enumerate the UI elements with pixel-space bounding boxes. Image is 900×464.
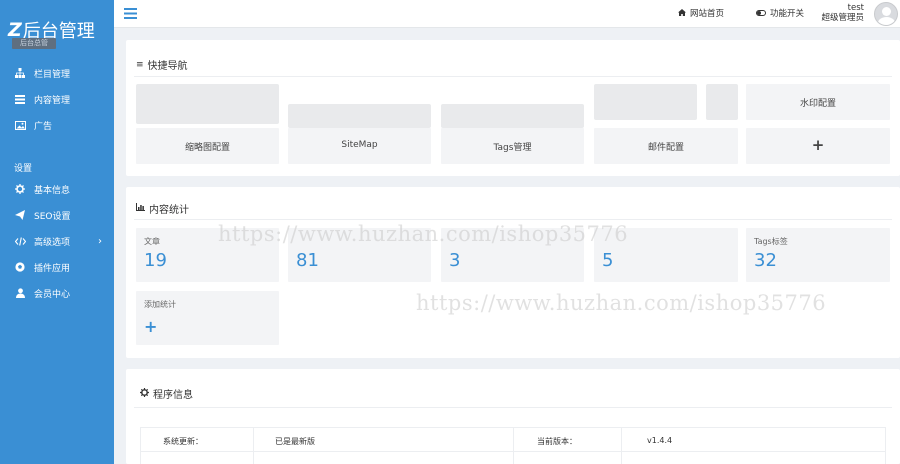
bar-chart-icon — [136, 203, 145, 214]
sitemap-icon — [14, 67, 26, 79]
feature-toggle-label: 功能开关 — [770, 9, 805, 19]
sidebar: Z 后台管理 后台总管 栏目管理 内容管理 广告 设置 基本信息 SEO设置 高… — [0, 0, 114, 464]
chevron-right-icon: › — [98, 235, 102, 247]
toggle-icon — [756, 9, 766, 18]
stat-value: 81 — [296, 250, 319, 271]
update-label: 系统更新： — [163, 437, 203, 446]
stat-value: 19 — [144, 250, 167, 271]
quick-nav-title: ≡ 快捷导航 — [136, 57, 188, 73]
tile-label: 邮件配置 — [647, 143, 684, 153]
stat-label: 文章 — [144, 237, 160, 246]
stat-label: Tags标签 — [754, 237, 788, 246]
divider — [134, 407, 892, 408]
stat-label: 添加统计 — [144, 300, 176, 309]
tile-label: SiteMap — [341, 140, 378, 150]
plus-icon: + — [144, 317, 158, 336]
home-link-label: 网站首页 — [690, 9, 725, 19]
content-stats-panel: 内容统计 文章 19 81 3 5 Tags标签 32 添加统计 + — [126, 187, 900, 358]
sitemap-tile[interactable]: SiteMap — [288, 128, 431, 164]
blurred-tile[interactable] — [288, 104, 431, 128]
sidebar-item-label: 高级选项 — [34, 237, 71, 248]
sidebar-item-label: 广告 — [34, 121, 53, 132]
user-name: test — [847, 3, 864, 13]
divider — [141, 451, 885, 452]
stat-value: 3 — [449, 250, 461, 271]
watermark-text: https://www.huzhan.com/ishop35776 — [416, 291, 827, 315]
blurred-tile[interactable] — [706, 84, 738, 120]
plus-icon: + — [811, 136, 825, 154]
version-label: 当前版本： — [537, 437, 577, 446]
watermark-config-tile[interactable]: 水印配置 — [746, 84, 890, 120]
sidebar-nav: 栏目管理 内容管理 广告 设置 基本信息 SEO设置 高级选项 › 插件应用 会… — [0, 60, 114, 306]
quick-nav-title-text: 快捷导航 — [147, 61, 188, 72]
add-stat-card[interactable]: 添加统计 + — [136, 291, 279, 345]
add-shortcut-tile[interactable]: + — [746, 128, 890, 164]
sidebar-item-members[interactable]: 会员中心 — [0, 280, 114, 306]
code-icon — [14, 235, 26, 247]
sidebar-item-label: 插件应用 — [34, 263, 71, 274]
gear-icon — [14, 183, 26, 195]
sidebar-item-label: 基本信息 — [34, 185, 71, 196]
stat-value: 32 — [754, 250, 777, 271]
sidebar-item-content[interactable]: 内容管理 — [0, 86, 114, 112]
tile-label: 水印配置 — [799, 99, 836, 109]
sidebar-item-basic-info[interactable]: 基本信息 — [0, 176, 114, 202]
program-info-table: 系统更新： 已是最新版 当前版本： v1.4.4 — [140, 427, 886, 464]
image-icon — [14, 119, 26, 131]
blurred-tile[interactable] — [594, 84, 697, 120]
list-icon — [14, 93, 26, 105]
tags-manage-tile[interactable]: Tags管理 — [441, 128, 584, 164]
watermark-text: https://www.huzhan.com/ishop35776 — [218, 222, 629, 246]
sidebar-item-advanced[interactable]: 高级选项 › — [0, 228, 114, 254]
send-icon — [14, 209, 26, 221]
blurred-tile[interactable] — [441, 104, 584, 128]
gear-icon — [140, 387, 149, 400]
feature-toggle-link[interactable]: 功能开关 — [756, 7, 804, 19]
mail-config-tile[interactable]: 邮件配置 — [594, 128, 738, 164]
bars-icon: ≡ — [136, 59, 144, 70]
user-info[interactable]: test 超级管理员 — [821, 3, 864, 23]
stats-title: 内容统计 — [136, 201, 189, 216]
blurred-tile[interactable] — [136, 84, 279, 124]
user-role: 超级管理员 — [821, 13, 864, 23]
quick-nav-panel: ≡ 快捷导航 水印配置 缩略图配置 SiteMap Tags管理 邮件配置 + — [126, 40, 900, 176]
stat-value: 5 — [602, 250, 614, 271]
tile-label: 缩略图配置 — [184, 143, 230, 153]
logo-badge: 后台总管 — [12, 38, 56, 49]
tile-label: Tags管理 — [493, 143, 532, 153]
topbar: 网站首页 功能开关 test 超级管理员 — [114, 0, 900, 28]
sidebar-item-label: 栏目管理 — [34, 69, 71, 80]
thumbnail-config-tile[interactable]: 缩略图配置 — [136, 128, 279, 164]
sidebar-item-label: 内容管理 — [34, 95, 71, 106]
divider — [134, 76, 892, 77]
soccer-icon — [14, 261, 26, 273]
home-link[interactable]: 网站首页 — [678, 7, 724, 19]
sidebar-item-plugins[interactable]: 插件应用 — [0, 254, 114, 280]
divider — [621, 428, 622, 464]
sidebar-section-settings: 设置 — [14, 164, 33, 174]
stats-title-text: 内容统计 — [149, 205, 189, 216]
stat-card-tags[interactable]: Tags标签 32 — [746, 228, 890, 282]
sidebar-item-label: SEO设置 — [34, 211, 71, 222]
divider — [513, 428, 514, 464]
divider — [134, 219, 892, 220]
sidebar-item-columns[interactable]: 栏目管理 — [0, 60, 114, 86]
sidebar-item-ads[interactable]: 广告 — [0, 112, 114, 138]
home-icon — [678, 8, 686, 18]
program-title: 程序信息 — [140, 386, 193, 401]
update-value: 已是最新版 — [275, 437, 315, 446]
sidebar-item-label: 会员中心 — [34, 289, 71, 300]
sidebar-item-seo[interactable]: SEO设置 — [0, 202, 114, 228]
user-icon — [14, 287, 26, 299]
program-title-text: 程序信息 — [153, 390, 193, 401]
menu-toggle-icon[interactable] — [124, 5, 137, 23]
version-value: v1.4.4 — [647, 436, 673, 445]
divider — [253, 428, 254, 464]
avatar[interactable] — [874, 2, 898, 26]
program-info-panel: 程序信息 系统更新： 已是最新版 当前版本： v1.4.4 — [126, 369, 900, 464]
